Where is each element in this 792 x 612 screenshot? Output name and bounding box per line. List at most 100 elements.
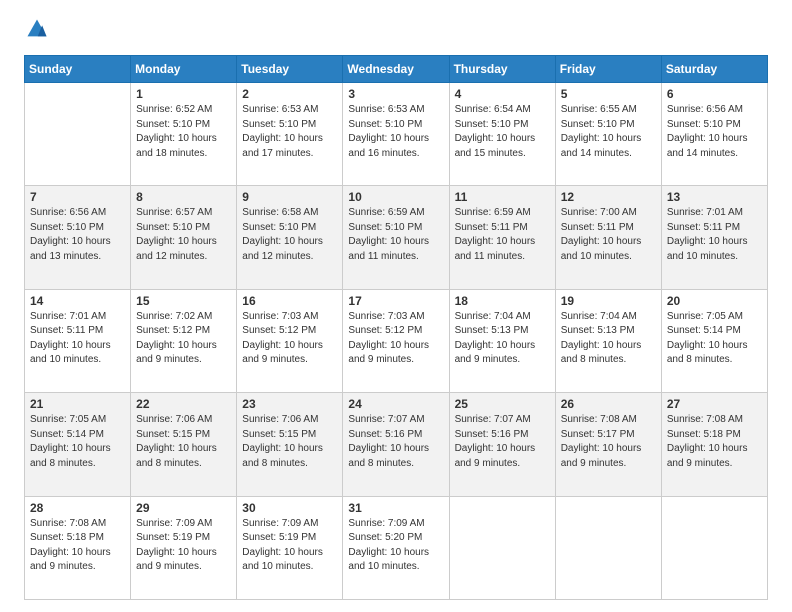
day-info: Sunrise: 6:53 AMSunset: 5:10 PMDaylight:…: [242, 103, 337, 161]
day-info: Sunrise: 6:54 AMSunset: 5:10 PMDaylight:…: [455, 103, 550, 161]
calendar-cell: 14 Sunrise: 7:01 AMSunset: 5:11 PMDayligh…: [25, 289, 131, 392]
calendar-day-header: Saturday: [661, 56, 767, 83]
calendar-cell: 18Sunrise: 7:04 AMSunset: 5:13 PMDayligh…: [449, 289, 555, 392]
calendar-cell: 22 Sunrise: 7:06 AMSunset: 5:15 PMDayligh…: [131, 393, 237, 496]
calendar-day-header: Sunday: [25, 56, 131, 83]
calendar-cell: 20Sunrise: 7:05 AMSunset: 5:14 PMDayligh…: [661, 289, 767, 392]
calendar-cell: 16Sunrise: 7:03 AMSunset: 5:12 PMDayligh…: [237, 289, 343, 392]
day-info: Sunrise: 7:03 AMSunset: 5:12 PMDaylight:…: [348, 310, 443, 368]
calendar-day-header: Friday: [555, 56, 661, 83]
day-number: 10: [348, 190, 443, 204]
day-info: Sunrise: 6:56 AMSunset: 5:10 PMDaylight:…: [667, 103, 762, 161]
calendar-cell: 27Sunrise: 7:08 AMSunset: 5:18 PMDayligh…: [661, 393, 767, 496]
day-number: 23: [242, 397, 337, 411]
calendar-cell: 31 Sunrise: 7:09 AMSunset: 5:20 PMDayligh…: [343, 496, 449, 599]
calendar-cell: 9 Sunrise: 6:58 AMSunset: 5:10 PMDaylight…: [237, 186, 343, 289]
day-info: Sunrise: 7:09 AMSunset: 5:19 PMDaylight:…: [242, 517, 337, 575]
calendar-cell: 30 Sunrise: 7:09 AMSunset: 5:19 PMDayligh…: [237, 496, 343, 599]
day-info: Sunrise: 7:01 AMSunset: 5:11 PMDaylight:…: [667, 206, 762, 264]
calendar-cell: [25, 83, 131, 186]
day-number: 20: [667, 294, 762, 308]
day-info: Sunrise: 6:53 AMSunset: 5:10 PMDaylight:…: [348, 103, 443, 161]
calendar-week-row: 1 Sunrise: 6:52 AMSunset: 5:10 PMDaylight…: [25, 83, 768, 186]
day-number: 22: [136, 397, 231, 411]
day-number: 5: [561, 87, 656, 101]
day-info: Sunrise: 6:59 AMSunset: 5:11 PMDaylight:…: [455, 206, 550, 264]
calendar-cell: 28Sunrise: 7:08 AMSunset: 5:18 PMDayligh…: [25, 496, 131, 599]
calendar-cell: 19Sunrise: 7:04 AMSunset: 5:13 PMDayligh…: [555, 289, 661, 392]
day-info: Sunrise: 7:04 AMSunset: 5:13 PMDaylight:…: [455, 310, 550, 368]
calendar-cell: 21 Sunrise: 7:05 AMSunset: 5:14 PMDayligh…: [25, 393, 131, 496]
day-info: Sunrise: 7:06 AMSunset: 5:15 PMDaylight:…: [136, 413, 231, 471]
day-number: 13: [667, 190, 762, 204]
calendar-day-header: Thursday: [449, 56, 555, 83]
day-number: 14: [30, 294, 125, 308]
header: [24, 18, 768, 45]
day-number: 16: [242, 294, 337, 308]
day-info: Sunrise: 6:56 AMSunset: 5:10 PMDaylight:…: [30, 206, 125, 264]
day-info: Sunrise: 7:05 AMSunset: 5:14 PMDaylight:…: [30, 413, 125, 471]
day-number: 30: [242, 501, 337, 515]
day-info: Sunrise: 7:04 AMSunset: 5:13 PMDaylight:…: [561, 310, 656, 368]
day-info: Sunrise: 7:02 AMSunset: 5:12 PMDaylight:…: [136, 310, 231, 368]
day-info: Sunrise: 7:00 AMSunset: 5:11 PMDaylight:…: [561, 206, 656, 264]
calendar-cell: 11 Sunrise: 6:59 AMSunset: 5:11 PMDayligh…: [449, 186, 555, 289]
day-number: 26: [561, 397, 656, 411]
calendar-cell: 25 Sunrise: 7:07 AMSunset: 5:16 PMDayligh…: [449, 393, 555, 496]
calendar-week-row: 21 Sunrise: 7:05 AMSunset: 5:14 PMDayligh…: [25, 393, 768, 496]
day-info: Sunrise: 7:01 AMSunset: 5:11 PMDaylight:…: [30, 310, 125, 368]
calendar-week-row: 28Sunrise: 7:08 AMSunset: 5:18 PMDayligh…: [25, 496, 768, 599]
calendar-day-header: Monday: [131, 56, 237, 83]
calendar-cell: [555, 496, 661, 599]
day-number: 29: [136, 501, 231, 515]
day-info: Sunrise: 6:55 AMSunset: 5:10 PMDaylight:…: [561, 103, 656, 161]
day-info: Sunrise: 7:07 AMSunset: 5:16 PMDaylight:…: [455, 413, 550, 471]
calendar-cell: 26 Sunrise: 7:08 AMSunset: 5:17 PMDayligh…: [555, 393, 661, 496]
logo-icon: [26, 18, 48, 40]
day-info: Sunrise: 6:57 AMSunset: 5:10 PMDaylight:…: [136, 206, 231, 264]
day-info: Sunrise: 7:09 AMSunset: 5:20 PMDaylight:…: [348, 517, 443, 575]
calendar-cell: 2 Sunrise: 6:53 AMSunset: 5:10 PMDaylight…: [237, 83, 343, 186]
calendar-cell: 7 Sunrise: 6:56 AMSunset: 5:10 PMDaylight…: [25, 186, 131, 289]
calendar-week-row: 14 Sunrise: 7:01 AMSunset: 5:11 PMDayligh…: [25, 289, 768, 392]
day-info: Sunrise: 7:07 AMSunset: 5:16 PMDaylight:…: [348, 413, 443, 471]
calendar-table: SundayMondayTuesdayWednesdayThursdayFrid…: [24, 55, 768, 600]
calendar-cell: 23 Sunrise: 7:06 AMSunset: 5:15 PMDayligh…: [237, 393, 343, 496]
calendar-cell: [661, 496, 767, 599]
calendar-cell: 15 Sunrise: 7:02 AMSunset: 5:12 PMDayligh…: [131, 289, 237, 392]
calendar-cell: 13 Sunrise: 7:01 AMSunset: 5:11 PMDayligh…: [661, 186, 767, 289]
day-info: Sunrise: 7:06 AMSunset: 5:15 PMDaylight:…: [242, 413, 337, 471]
day-number: 25: [455, 397, 550, 411]
day-info: Sunrise: 6:52 AMSunset: 5:10 PMDaylight:…: [136, 103, 231, 161]
day-info: Sunrise: 6:58 AMSunset: 5:10 PMDaylight:…: [242, 206, 337, 264]
calendar-cell: 4Sunrise: 6:54 AMSunset: 5:10 PMDaylight…: [449, 83, 555, 186]
day-number: 24: [348, 397, 443, 411]
day-number: 31: [348, 501, 443, 515]
day-info: Sunrise: 6:59 AMSunset: 5:10 PMDaylight:…: [348, 206, 443, 264]
calendar-cell: 29 Sunrise: 7:09 AMSunset: 5:19 PMDayligh…: [131, 496, 237, 599]
calendar-cell: 5 Sunrise: 6:55 AMSunset: 5:10 PMDaylight…: [555, 83, 661, 186]
calendar-header-row: SundayMondayTuesdayWednesdayThursdayFrid…: [25, 56, 768, 83]
calendar-cell: [449, 496, 555, 599]
calendar-cell: 17Sunrise: 7:03 AMSunset: 5:12 PMDayligh…: [343, 289, 449, 392]
day-number: 15: [136, 294, 231, 308]
day-number: 21: [30, 397, 125, 411]
day-number: 27: [667, 397, 762, 411]
calendar-day-header: Wednesday: [343, 56, 449, 83]
page: SundayMondayTuesdayWednesdayThursdayFrid…: [0, 0, 792, 612]
logo: [24, 18, 48, 45]
day-number: 6: [667, 87, 762, 101]
calendar-cell: 1 Sunrise: 6:52 AMSunset: 5:10 PMDaylight…: [131, 83, 237, 186]
calendar-cell: 8 Sunrise: 6:57 AMSunset: 5:10 PMDaylight…: [131, 186, 237, 289]
day-number: 11: [455, 190, 550, 204]
day-info: Sunrise: 7:08 AMSunset: 5:18 PMDaylight:…: [30, 517, 125, 575]
calendar-cell: 12Sunrise: 7:00 AMSunset: 5:11 PMDayligh…: [555, 186, 661, 289]
day-info: Sunrise: 7:09 AMSunset: 5:19 PMDaylight:…: [136, 517, 231, 575]
calendar-day-header: Tuesday: [237, 56, 343, 83]
day-number: 9: [242, 190, 337, 204]
day-number: 2: [242, 87, 337, 101]
day-number: 1: [136, 87, 231, 101]
day-number: 7: [30, 190, 125, 204]
day-number: 8: [136, 190, 231, 204]
day-info: Sunrise: 7:08 AMSunset: 5:17 PMDaylight:…: [561, 413, 656, 471]
